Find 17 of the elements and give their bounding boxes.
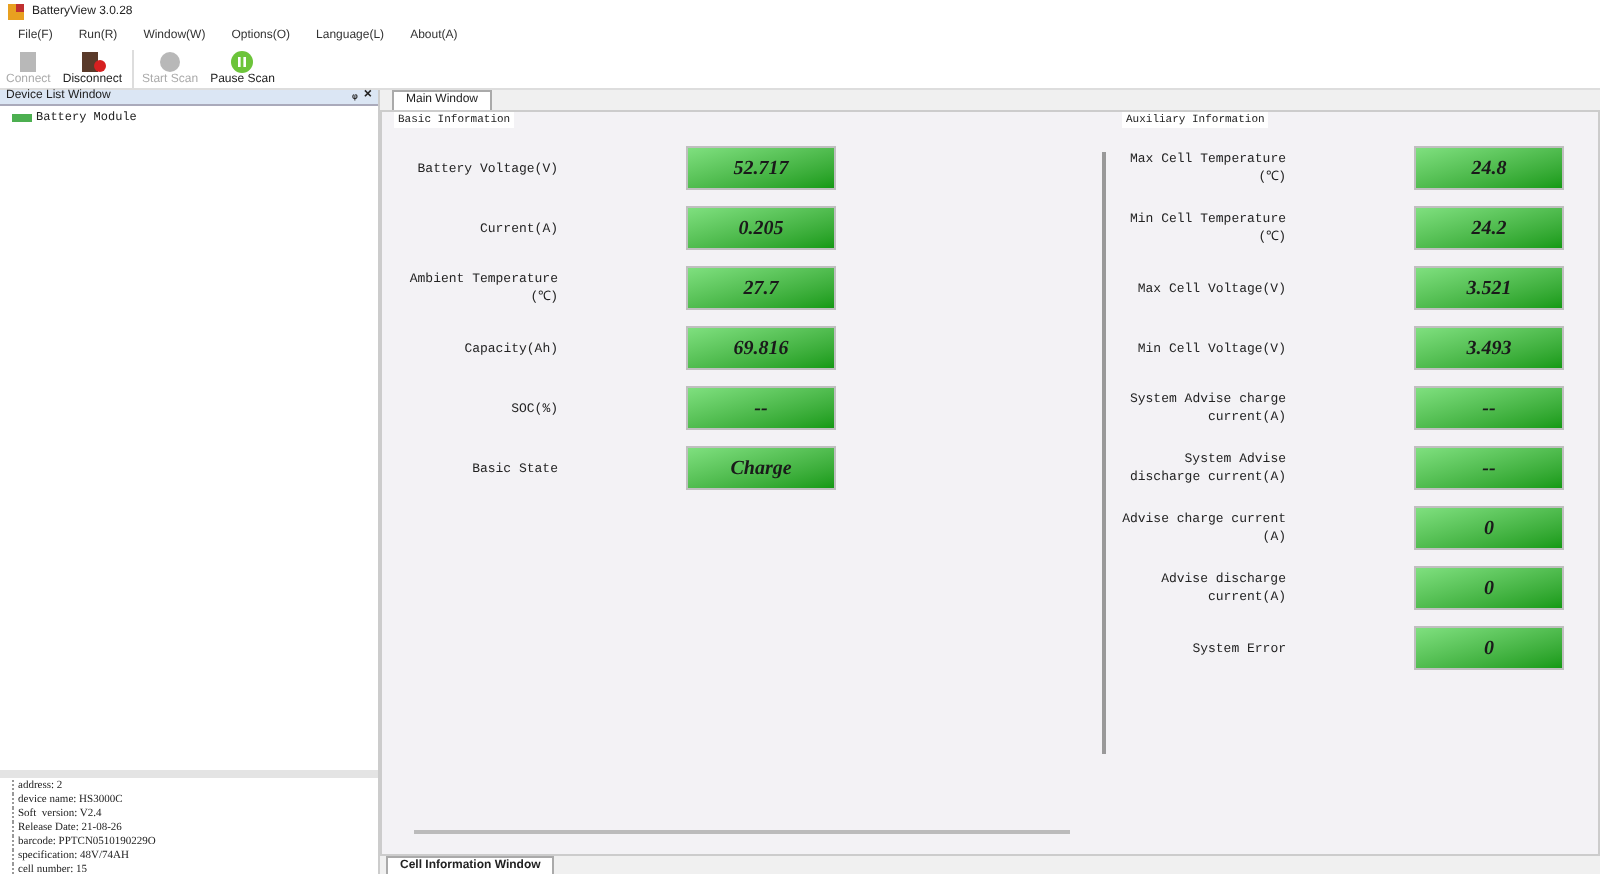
value-display: Charge	[686, 446, 836, 491]
value-display: 24.2	[1414, 206, 1564, 251]
value-display: 0	[1414, 566, 1564, 611]
value-display: 0	[1414, 626, 1564, 671]
value-display: --	[686, 386, 836, 431]
value-display: 27.7	[686, 266, 836, 311]
value-display: --	[1414, 446, 1564, 491]
value-display: --	[1414, 386, 1564, 431]
value-display: 3.493	[1414, 326, 1564, 371]
value-display: 52.717	[686, 146, 836, 191]
value-display: 0	[1414, 506, 1564, 551]
value-display: 0.205	[686, 206, 836, 251]
value-display: 69.816	[686, 326, 836, 371]
battery-icon	[12, 113, 32, 121]
app-icon	[8, 4, 24, 20]
value-display: 24.8	[1414, 146, 1564, 191]
value-display: 3.521	[1414, 266, 1564, 311]
